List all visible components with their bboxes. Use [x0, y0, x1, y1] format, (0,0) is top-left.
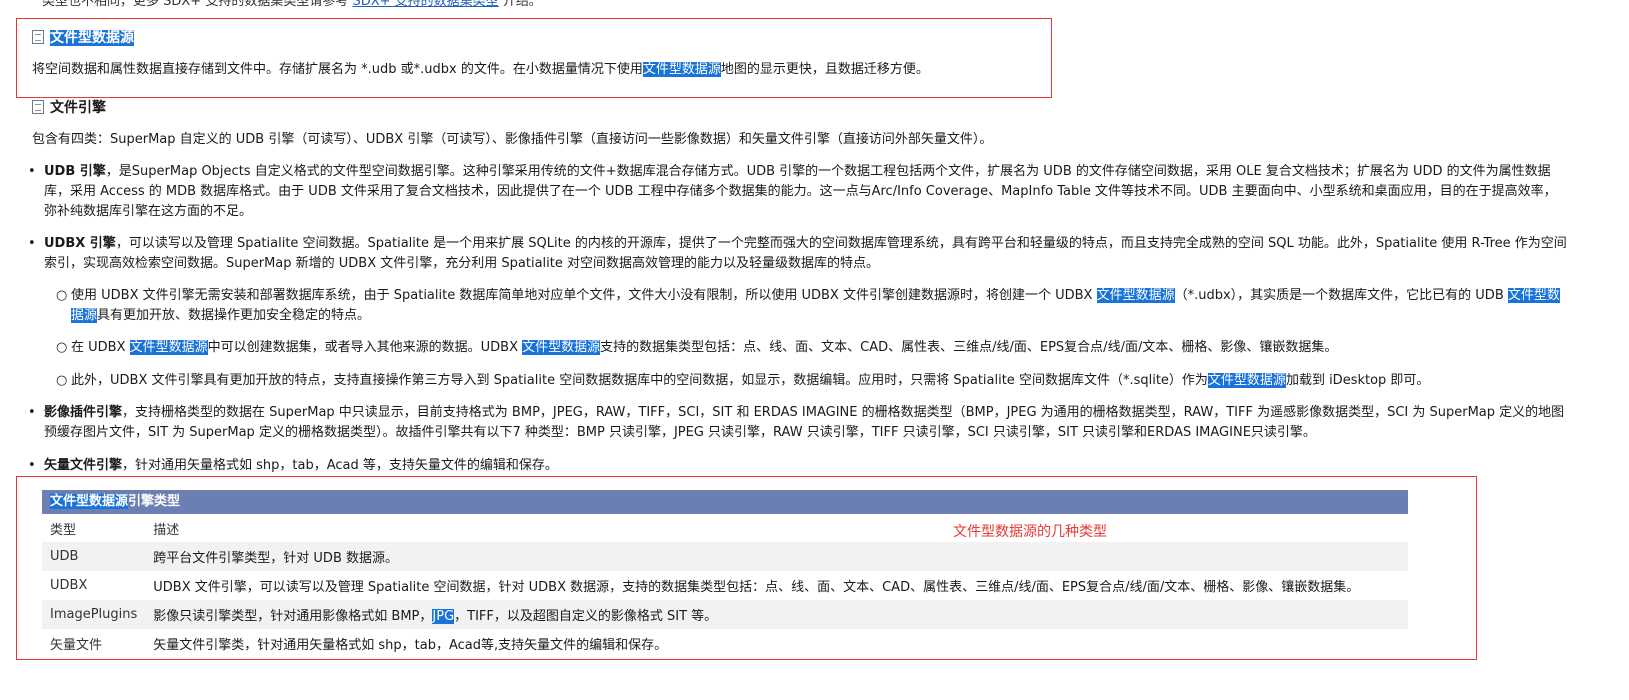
table-row: UDBX UDBX 文件引擎，可以读写以及管理 Spatialite 空间数据，… — [42, 571, 1408, 600]
intro-line: 类型也不相同，更多 SDX+ 支持的数据集类型请参考 SDX+ 支持的数据集类型… — [42, 0, 542, 9]
dataset-types-link[interactable]: SDX+ 支持的数据集类型 — [352, 0, 498, 9]
engine-types-table: 文件型数据源引擎类型 类型 描述 UDB 跨平台文件引擎类型，针对 UDB 数据… — [42, 490, 1408, 658]
table-row: ImagePlugins 影像只读引擎类型，针对通用影像格式如 BMP，JPG，… — [42, 600, 1408, 629]
cell-desc: 跨平台文件引擎类型，针对 UDB 数据源。 — [145, 542, 1408, 571]
vector-file-engine-item: • 矢量文件引擎，针对通用矢量格式如 shp，tab，Acad 等，支持矢量文件… — [28, 458, 558, 473]
file-datasource-highlight-box — [16, 18, 1052, 98]
udb-engine-item: • UDB 引擎，是SuperMap Objects 自定义格式的文件型空间数据… — [28, 164, 1557, 219]
column-header-type: 类型 — [50, 522, 77, 538]
heading-text: 文件引擎 — [50, 100, 106, 116]
udbx-sub-item-3: ○ 此外，UDBX 文件引擎具有更加开放的特点，支持直接操作第三方导入到 Spa… — [56, 373, 1430, 388]
item-title: UDB 引擎 — [44, 164, 106, 179]
intro-text-end: 介绍。 — [498, 0, 542, 9]
item-title: UDBX 引擎 — [44, 236, 116, 251]
file-engine-heading: 文件引擎 — [32, 97, 106, 117]
image-plugin-engine-item: • 影像插件引擎，支持栅格类型的数据在 SuperMap 中只读显示，目前支持格… — [28, 405, 1565, 440]
table-caption: 文件型数据源引擎类型 — [42, 490, 1408, 514]
table-row: 矢量文件 矢量文件引擎类，针对通用矢量格式如 shp，tab，Acad等,支持矢… — [42, 629, 1408, 658]
file-datasource-desc: 将空间数据和属性数据直接存储到文件中。存储扩展名为 *.udb 或*.udbx … — [32, 62, 929, 77]
red-annotation: 文件型数据源的几种类型 — [953, 524, 1107, 540]
cell-type: 矢量文件 — [50, 638, 103, 653]
cell-type: ImagePlugins — [42, 600, 146, 629]
udbx-engine-item: • UDBX 引擎，可以读写以及管理 Spatialite 空间数据。Spati… — [28, 236, 1567, 271]
file-engine-intro: 包含有四类：SuperMap 自定义的 UDB 引擎（可读写）、UDBX 引擎（… — [32, 132, 993, 147]
file-datasource-heading: 文件型数据源 — [32, 27, 134, 47]
table-header-row: 类型 描述 — [42, 514, 1408, 542]
cell-type: UDBX — [50, 578, 88, 593]
search-highlight: 文件型数据源 — [642, 62, 721, 77]
intro-text: 类型也不相同，更多 SDX+ 支持的数据集类型请参考 — [42, 0, 353, 9]
column-header-desc: 描述 — [153, 522, 180, 538]
cell-desc: 矢量文件引擎类，针对通用矢量格式如 shp，tab，Acad等,支持矢量文件的编… — [153, 638, 668, 653]
cell-desc: 影像只读引擎类型，针对通用影像格式如 BMP，JPG，TIFF，以及超图自定义的… — [145, 600, 1408, 629]
item-title: 影像插件引擎 — [44, 405, 123, 420]
cell-type: UDB — [42, 542, 146, 571]
cell-desc: UDBX 文件引擎，可以读写以及管理 Spatialite 空间数据，针对 UD… — [153, 580, 1360, 595]
item-title: 矢量文件引擎 — [44, 458, 123, 473]
table-row: UDB 跨平台文件引擎类型，针对 UDB 数据源。 — [42, 542, 1408, 571]
document-icon — [32, 100, 44, 114]
heading-text: 文件型数据源 — [50, 30, 134, 46]
udbx-sub-item-2: ○ 在 UDBX 文件型数据源中可以创建数据集，或者导入其他来源的数据。UDBX… — [56, 340, 1338, 355]
document-icon — [32, 30, 44, 44]
udbx-sub-item-1: ○ 使用 UDBX 文件引擎无需安装和部署数据库系统，由于 Spatialite… — [56, 288, 1560, 323]
